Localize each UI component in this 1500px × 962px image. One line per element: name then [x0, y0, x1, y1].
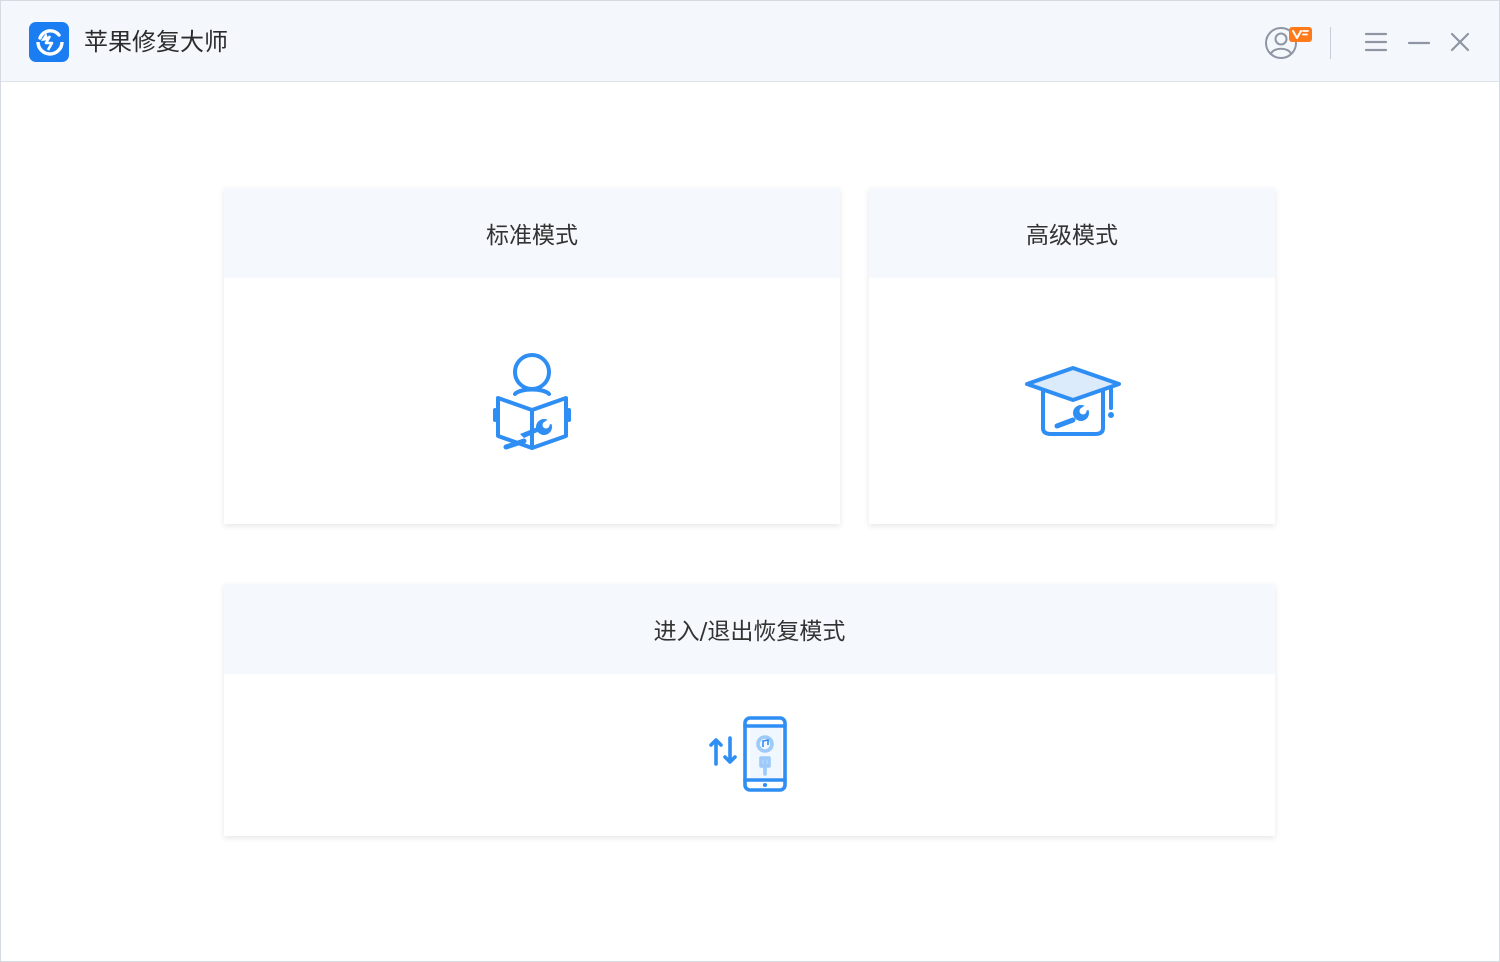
- minimize-icon: [1407, 41, 1431, 45]
- standard-mode-card[interactable]: 标准模式: [224, 188, 840, 524]
- recovery-mode-title: 进入/退出恢复模式: [224, 584, 1275, 674]
- app-logo-icon: [29, 22, 69, 62]
- user-vip-icon: [1265, 27, 1312, 59]
- reader-wrench-icon: [493, 353, 571, 450]
- user-center-button[interactable]: [1261, 23, 1317, 61]
- phone-recovery-icon: [709, 716, 787, 792]
- menu-icon: [1364, 32, 1388, 52]
- recovery-mode-card[interactable]: 进入/退出恢复模式: [224, 584, 1275, 836]
- close-button[interactable]: [1445, 23, 1475, 61]
- graduation-cap-wrench-icon: [1025, 366, 1121, 436]
- advanced-mode-card[interactable]: 高级模式: [869, 188, 1275, 524]
- app-window: 苹果修复大师 标准模式 高级模式 进入/退出恢复模式: [0, 0, 1500, 962]
- menu-button[interactable]: [1361, 23, 1391, 61]
- close-icon: [1450, 32, 1470, 52]
- advanced-mode-title: 高级模式: [869, 188, 1275, 278]
- standard-mode-title: 标准模式: [224, 188, 840, 278]
- titlebar-divider: [1330, 27, 1331, 59]
- app-title: 苹果修复大师: [84, 28, 228, 56]
- title-bar: 苹果修复大师: [1, 1, 1499, 82]
- minimize-button[interactable]: [1404, 23, 1434, 61]
